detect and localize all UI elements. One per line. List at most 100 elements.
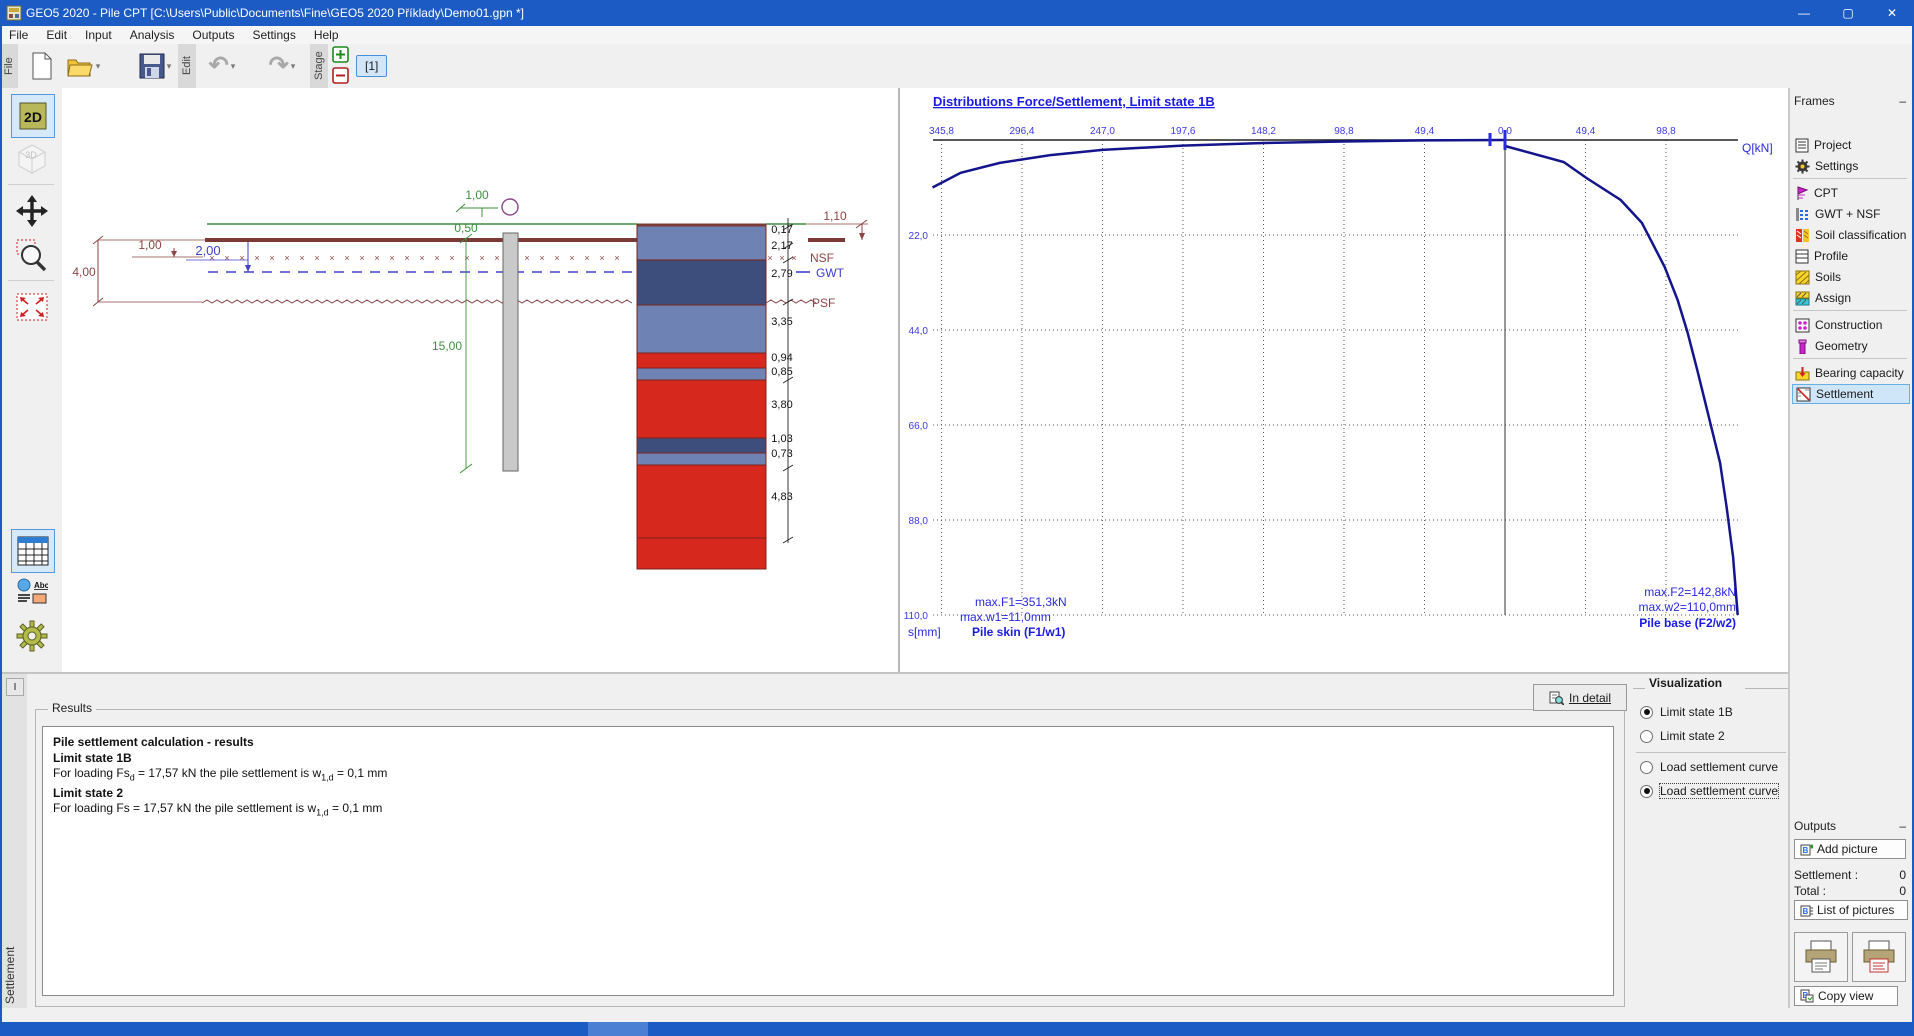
undo-button[interactable]: ↶ ▾: [202, 49, 242, 83]
drawing-canvas[interactable]: 4,00 1,00 2,00 ×××××××××××××××××××××××××…: [62, 88, 898, 672]
print-document-button[interactable]: [1794, 932, 1848, 982]
svg-text:4,83: 4,83: [771, 491, 792, 503]
zoom-tool-button[interactable]: [11, 234, 53, 276]
redo-button[interactable]: ↷ ▾: [262, 49, 302, 83]
psf-label: PSF: [812, 296, 835, 310]
copy-view-button[interactable]: B Copy view: [1794, 986, 1898, 1006]
pile-base-series-label: Pile base (F2/w2): [1639, 616, 1736, 630]
view-2d-button[interactable]: 2D: [11, 94, 55, 138]
s-axis-label: s[mm]: [908, 625, 941, 639]
open-folder-icon: [66, 54, 94, 78]
results-ls1b-heading: Limit state 1B: [53, 751, 1613, 767]
undo-dropdown[interactable]: ▾: [231, 61, 236, 72]
construction-icon: [1795, 318, 1810, 333]
sidebar-item-bearing-capacity[interactable]: Bearing capacity: [1792, 363, 1910, 383]
new-file-button[interactable]: [26, 49, 58, 83]
panel-toggle-button[interactable]: I: [6, 678, 24, 696]
save-dropdown[interactable]: ▾: [167, 61, 172, 72]
menu-bar: File Edit Input Analysis Outputs Setting…: [0, 26, 1914, 45]
in-detail-button[interactable]: In detail: [1533, 684, 1627, 711]
stage-remove-button[interactable]: [332, 67, 349, 87]
sidebar-item-geometry[interactable]: Geometry: [1792, 336, 1910, 356]
print-picture-button[interactable]: [1852, 932, 1906, 982]
menu-edit[interactable]: Edit: [37, 27, 76, 43]
window-border-left: [0, 26, 2, 1022]
svg-text:×: ×: [449, 253, 454, 263]
results-text-area[interactable]: Pile settlement calculation - results Li…: [42, 726, 1614, 996]
svg-text:0,73: 0,73: [771, 448, 792, 460]
stage-tab-strip[interactable]: Stage: [310, 44, 328, 88]
dim-0-50: 0,50: [454, 221, 478, 235]
maximize-button[interactable]: ▢: [1826, 0, 1870, 26]
frames-minimize-button[interactable]: –: [1899, 94, 1906, 110]
close-button[interactable]: ✕: [1870, 0, 1914, 26]
sidebar-item-assign[interactable]: Assign: [1792, 288, 1910, 308]
minimize-button[interactable]: —: [1782, 0, 1826, 26]
menu-input[interactable]: Input: [76, 27, 121, 43]
axis-tick-label: 44,0: [909, 326, 929, 337]
svg-text:×: ×: [524, 253, 529, 263]
table-icon: [17, 536, 49, 566]
view-3d-button[interactable]: 3D: [11, 138, 53, 180]
soil-profile-column: [637, 225, 766, 569]
mode-tab-settlement[interactable]: Settlement: [3, 918, 19, 1004]
gwt-nsf-icon: [1795, 207, 1810, 222]
sidebar-item-cpt[interactable]: CPT: [1792, 183, 1910, 203]
file-tab-strip[interactable]: File: [0, 44, 18, 88]
max-f2-label: max.F2=142,8kN: [1644, 585, 1736, 599]
sidebar-item-project[interactable]: Project: [1792, 135, 1910, 155]
outputs-minimize-button[interactable]: –: [1899, 819, 1906, 835]
chart-canvas[interactable]: Distributions Force/Settlement, Limit st…: [900, 88, 1788, 672]
save-button[interactable]: ▾: [134, 49, 176, 83]
radio-load-settlement-curve-1[interactable]: Load settlement curve: [1640, 760, 1778, 774]
menu-analysis[interactable]: Analysis: [121, 27, 184, 43]
pan-tool-button[interactable]: [11, 190, 53, 232]
radio-limit-state-1b[interactable]: Limit state 1B: [1640, 705, 1733, 719]
svg-text:2,17: 2,17: [771, 240, 792, 252]
menu-outputs[interactable]: Outputs: [183, 27, 243, 43]
axis-tick-label: 247,0: [1090, 126, 1115, 137]
layer-dimension-chain: 0,17 2,17 2,79 3,35 0,94 0,85 3,80 1,03 …: [771, 218, 793, 543]
menu-settings[interactable]: Settings: [243, 27, 304, 43]
bearing-capacity-icon: [1795, 366, 1810, 381]
sidebar-item-settings[interactable]: Settings: [1792, 156, 1910, 176]
svg-text:×: ×: [569, 253, 574, 263]
pile-shaft: [503, 233, 518, 471]
stage-number-button[interactable]: [1]: [356, 49, 387, 83]
radio-limit-state-2[interactable]: Limit state 2: [1640, 729, 1725, 743]
svg-text:×: ×: [767, 253, 772, 263]
svg-text:×: ×: [239, 253, 244, 263]
sidebar-item-construction[interactable]: Construction: [1792, 315, 1910, 335]
sidebar-item-soil-classification[interactable]: Soil classification: [1792, 225, 1910, 245]
menu-help[interactable]: Help: [305, 27, 348, 43]
open-file-button[interactable]: ▾: [62, 49, 104, 83]
drawing-settings-button[interactable]: Abc: [11, 573, 53, 611]
stage-add-button[interactable]: [332, 46, 349, 66]
q-axis-label: Q[kN]: [1742, 141, 1773, 155]
stage-add-icon: [332, 46, 349, 63]
open-dropdown[interactable]: ▾: [96, 61, 101, 72]
svg-text:×: ×: [539, 253, 544, 263]
options-gear-button[interactable]: [11, 615, 53, 657]
taskbar-item[interactable]: [588, 1022, 648, 1036]
edit-tab-strip[interactable]: Edit: [178, 44, 196, 88]
legend-settings-icon: Abc: [16, 577, 48, 607]
add-picture-button[interactable]: B Add picture: [1794, 839, 1906, 859]
list-of-pictures-button[interactable]: B List of pictures: [1794, 900, 1908, 920]
svg-text:0,17: 0,17: [771, 224, 792, 236]
svg-text:3D: 3D: [25, 150, 37, 160]
total-count-value: 0: [1899, 884, 1906, 898]
sidebar-item-profile[interactable]: Profile: [1792, 246, 1910, 266]
sidebar-item-settlement[interactable]: Settlement: [1792, 384, 1910, 404]
table-view-button[interactable]: [11, 529, 55, 573]
fit-to-view-button[interactable]: [11, 286, 53, 328]
axis-tick-label: 110,0: [904, 611, 929, 622]
menu-file[interactable]: File: [0, 27, 37, 43]
radio-load-settlement-curve-2[interactable]: Load settlement curve: [1640, 784, 1778, 798]
sidebar-item-soils[interactable]: Soils: [1792, 267, 1910, 287]
visualization-header: Visualization: [1649, 676, 1722, 690]
sidebar-item-gwt-nsf[interactable]: GWT + NSF: [1792, 204, 1910, 224]
redo-dropdown[interactable]: ▾: [291, 61, 296, 72]
project-icon: [1795, 138, 1809, 153]
axis-tick-label: 49,4: [1415, 126, 1435, 137]
